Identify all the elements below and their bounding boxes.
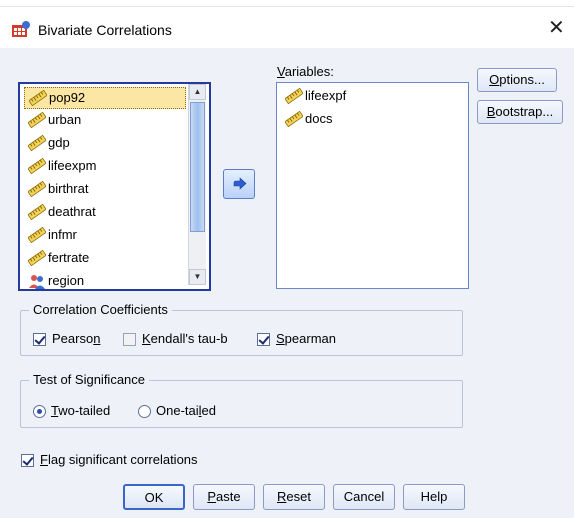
right-arrow-icon: [233, 177, 247, 190]
source-list-scrollbar[interactable]: ▲ ▼: [188, 84, 206, 285]
group-title: Correlation Coefficients: [29, 302, 172, 317]
cancel-button[interactable]: Cancel: [333, 484, 395, 510]
pearson-label[interactable]: Pearson: [52, 331, 100, 346]
variable-name: lifeexpf: [305, 88, 347, 103]
variable-name: region: [48, 273, 85, 288]
ok-button[interactable]: OK: [123, 484, 185, 510]
scale-ruler-icon: [28, 204, 46, 220]
spss-dialog-icon: [12, 21, 30, 37]
reset-button[interactable]: Reset: [263, 484, 325, 510]
scale-ruler-icon: [28, 181, 46, 197]
scale-ruler-icon: [285, 111, 303, 127]
close-icon[interactable]: ✕: [548, 18, 565, 38]
variable-name: deathrat: [48, 204, 96, 219]
move-to-variables-button[interactable]: [223, 169, 255, 199]
kendall-label[interactable]: Kendall's tau-b: [142, 331, 228, 346]
paste-button[interactable]: Paste: [193, 484, 255, 510]
list-item[interactable]: urban: [24, 110, 87, 130]
scroll-down-icon[interactable]: ▼: [189, 269, 206, 285]
scale-ruler-icon: [285, 88, 303, 104]
list-item[interactable]: infmr: [24, 225, 83, 245]
scroll-up-icon[interactable]: ▲: [189, 84, 206, 100]
kendall-checkbox[interactable]: [123, 333, 136, 346]
list-item[interactable]: lifeexpm: [24, 156, 102, 176]
pearson-checkbox[interactable]: [33, 333, 46, 346]
variables-label: Variables:: [277, 64, 334, 79]
bootstrap-button[interactable]: Bootstrap...: [477, 100, 563, 124]
variables-list[interactable]: lifeexpf docs: [276, 82, 469, 289]
scale-ruler-icon: [28, 158, 46, 174]
variable-name: urban: [48, 112, 82, 127]
variable-name: gdp: [48, 135, 70, 150]
scale-ruler-icon: [28, 250, 46, 266]
list-item[interactable]: deathrat: [24, 202, 102, 222]
scale-ruler-icon: [28, 135, 46, 151]
help-button[interactable]: Help: [403, 484, 465, 510]
window-title: Bivariate Correlations: [38, 22, 172, 38]
scroll-thumb[interactable]: [190, 102, 205, 232]
scale-ruler-icon: [28, 112, 46, 128]
two-tailed-label[interactable]: Two-tailed: [51, 403, 110, 418]
one-tailed-label[interactable]: One-tailed: [156, 403, 216, 418]
one-tailed-radio[interactable]: [138, 405, 151, 418]
scale-ruler-icon: [28, 227, 46, 243]
scale-ruler-icon: [29, 90, 47, 106]
list-item[interactable]: region: [24, 271, 90, 291]
title-bar: Bivariate Correlations ✕: [0, 8, 574, 44]
top-edge: [0, 0, 574, 7]
variable-name: birthrat: [48, 181, 89, 196]
list-item[interactable]: birthrat: [24, 179, 94, 199]
variable-name: docs: [305, 111, 333, 126]
list-item[interactable]: docs: [281, 109, 338, 129]
flag-significant-label[interactable]: Flag significant correlations: [40, 452, 198, 467]
list-item[interactable]: gdp: [24, 133, 76, 153]
list-item[interactable]: lifeexpf: [281, 86, 352, 106]
spearman-label[interactable]: Spearman: [276, 331, 336, 346]
flag-significant-checkbox[interactable]: [21, 454, 34, 467]
options-button[interactable]: Options...: [477, 68, 557, 92]
list-item[interactable]: pop92: [24, 87, 186, 109]
variable-name: fertrate: [48, 250, 90, 265]
variable-name: pop92: [49, 90, 86, 105]
list-item[interactable]: fertrate: [24, 248, 95, 268]
group-title: Test of Significance: [29, 372, 150, 387]
spearman-checkbox[interactable]: [257, 333, 270, 346]
source-variable-list[interactable]: pop92 urban gdp lifeexpm birthrat deathrat inf…: [18, 82, 211, 291]
nominal-people-icon: [29, 275, 45, 289]
variable-name: lifeexpm: [48, 158, 97, 173]
variable-name: infmr: [48, 227, 77, 242]
two-tailed-radio[interactable]: [33, 405, 46, 418]
